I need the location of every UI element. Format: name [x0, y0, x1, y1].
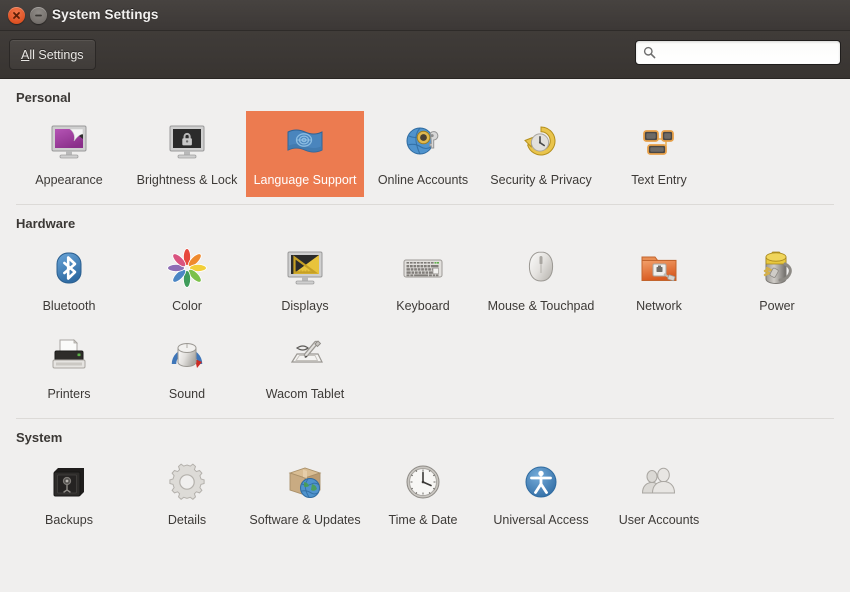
- security-privacy-icon: [517, 119, 565, 167]
- section-hardware: Hardware Bluetooth Color Displays Keyboa…: [0, 205, 850, 411]
- title-bar: System Settings: [0, 0, 850, 31]
- printers-icon: [45, 333, 93, 381]
- tile-sound[interactable]: Sound: [128, 325, 246, 411]
- time-date-icon: [399, 459, 447, 507]
- universal-access-icon: [517, 459, 565, 507]
- window-title: System Settings: [52, 7, 159, 22]
- section-personal: Personal Appearance Brightness & Lock La…: [0, 79, 850, 197]
- tile-label: Sound: [168, 387, 206, 401]
- tile-displays[interactable]: Displays: [246, 237, 364, 323]
- tile-appearance[interactable]: Appearance: [10, 111, 128, 197]
- software-updates-icon: [281, 459, 329, 507]
- grid-hardware-row2: Printers Sound Wacom Tablet: [0, 325, 850, 411]
- tile-label: Brightness & Lock: [136, 173, 238, 187]
- tile-label: Backups: [45, 513, 93, 527]
- system-settings-window: System Settings All Settings Personal Ap…: [0, 0, 850, 592]
- window-controls: [0, 6, 47, 24]
- grid-hardware-row1: Bluetooth Color Displays Keyboard Mouse …: [0, 237, 850, 323]
- tile-label: User Accounts: [618, 513, 700, 527]
- power-icon: [753, 245, 801, 293]
- tile-label: Bluetooth: [42, 299, 96, 313]
- tile-backups[interactable]: Backups: [10, 451, 128, 537]
- displays-icon: [281, 245, 329, 293]
- settings-content: Personal Appearance Brightness & Lock La…: [0, 79, 850, 592]
- color-icon: [163, 245, 211, 293]
- tile-text-entry[interactable]: Text Entry: [600, 111, 718, 197]
- grid-personal: Appearance Brightness & Lock Language Su…: [0, 111, 850, 197]
- tile-label: Mouse & Touchpad: [487, 299, 595, 313]
- tile-user-accounts[interactable]: User Accounts: [600, 451, 718, 537]
- tile-network[interactable]: Network: [600, 237, 718, 323]
- bluetooth-icon: [45, 245, 93, 293]
- tile-universal-access[interactable]: Universal Access: [482, 451, 600, 537]
- section-title-personal: Personal: [16, 90, 71, 105]
- tile-keyboard[interactable]: Keyboard: [364, 237, 482, 323]
- all-settings-label: ll Settings: [29, 47, 84, 62]
- sound-icon: [163, 333, 211, 381]
- tile-label: Network: [636, 299, 682, 313]
- backups-icon: [45, 459, 93, 507]
- keyboard-icon: [399, 245, 447, 293]
- tile-label: Security & Privacy: [490, 173, 592, 187]
- tile-label: Wacom Tablet: [265, 387, 345, 401]
- tile-online-accounts[interactable]: Online Accounts: [364, 111, 482, 197]
- close-icon[interactable]: [8, 6, 25, 24]
- search-icon: [643, 46, 656, 59]
- section-title-hardware: Hardware: [16, 216, 76, 231]
- tile-label: Details: [167, 513, 207, 527]
- tile-wacom-tablet[interactable]: Wacom Tablet: [246, 325, 364, 411]
- tile-brightness-lock[interactable]: Brightness & Lock: [128, 111, 246, 197]
- mouse-touchpad-icon: [517, 245, 565, 293]
- toolbar: All Settings: [0, 31, 850, 79]
- tile-bluetooth[interactable]: Bluetooth: [10, 237, 128, 323]
- network-icon: [635, 245, 683, 293]
- language-support-icon: [281, 119, 329, 167]
- tile-software-updates[interactable]: Software & Updates: [246, 451, 364, 537]
- tile-label: Text Entry: [631, 173, 687, 187]
- online-accounts-icon: [399, 119, 447, 167]
- all-settings-accel: A: [21, 47, 30, 62]
- tile-mouse-touchpad[interactable]: Mouse & Touchpad: [482, 237, 600, 323]
- search-box[interactable]: [635, 40, 841, 65]
- section-system: System Backups Details Software & Update…: [0, 419, 850, 537]
- grid-system: Backups Details Software & Updates Time …: [0, 451, 850, 537]
- minimize-icon[interactable]: [30, 6, 47, 24]
- text-entry-icon: [635, 119, 683, 167]
- tile-label: Keyboard: [396, 299, 450, 313]
- user-accounts-icon: [635, 459, 683, 507]
- wacom-tablet-icon: [281, 333, 329, 381]
- brightness-lock-icon: [163, 119, 211, 167]
- all-settings-button[interactable]: All Settings: [9, 39, 96, 70]
- details-icon: [163, 459, 211, 507]
- tile-label: Power: [759, 299, 795, 313]
- tile-label: Printers: [47, 387, 91, 401]
- tile-label: Time & Date: [388, 513, 458, 527]
- tile-label: Appearance: [35, 173, 103, 187]
- tile-language-support[interactable]: Language Support: [246, 111, 364, 197]
- tile-label: Color: [172, 299, 202, 313]
- tile-printers[interactable]: Printers: [10, 325, 128, 411]
- appearance-icon: [45, 119, 93, 167]
- tile-security-privacy[interactable]: Security & Privacy: [482, 111, 600, 197]
- tile-color[interactable]: Color: [128, 237, 246, 323]
- search-input[interactable]: [662, 44, 833, 61]
- tile-power[interactable]: Power: [718, 237, 836, 323]
- tile-label: Online Accounts: [377, 173, 469, 187]
- tile-label: Displays: [281, 299, 329, 313]
- tile-label: Software & Updates: [249, 513, 361, 527]
- tile-label: Universal Access: [493, 513, 589, 527]
- tile-details[interactable]: Details: [128, 451, 246, 537]
- tile-label: Language Support: [253, 173, 357, 187]
- tile-time-date[interactable]: Time & Date: [364, 451, 482, 537]
- section-title-system: System: [16, 430, 63, 445]
